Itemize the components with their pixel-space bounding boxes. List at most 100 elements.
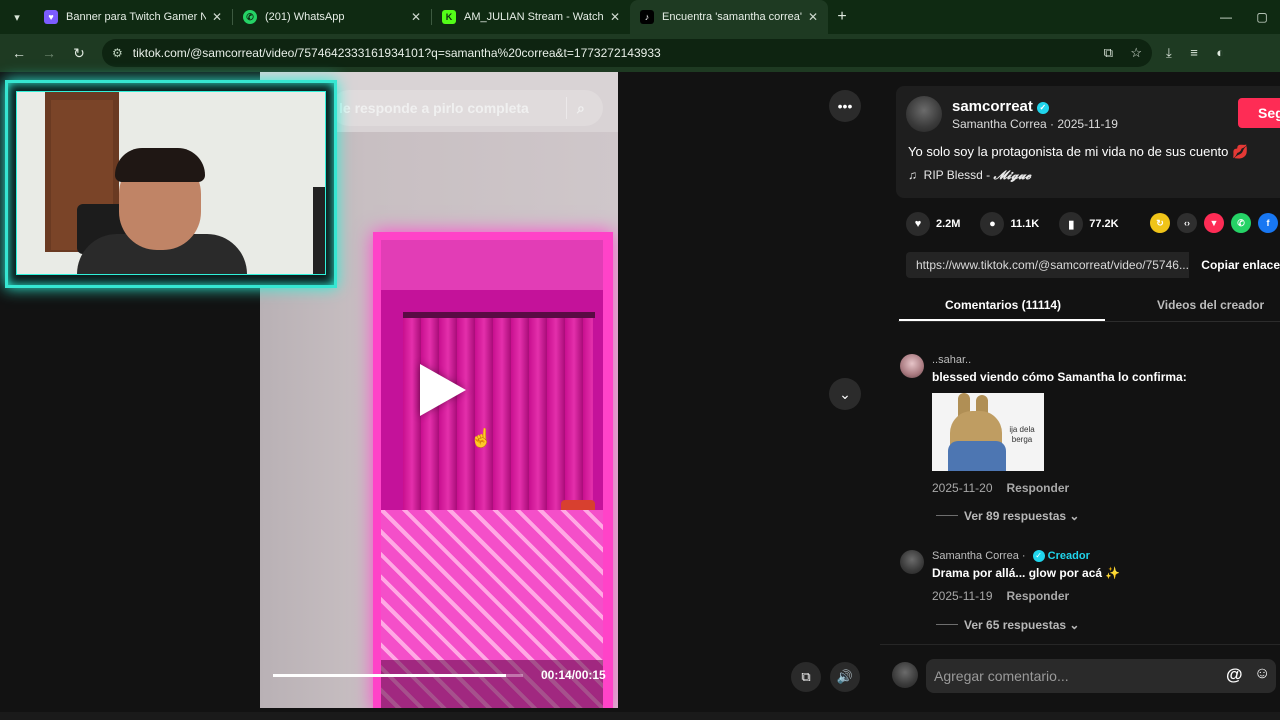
video-description: Yo solo soy la protagonista de mi vida n… bbox=[908, 144, 1249, 159]
pip-icon[interactable]: ⧉ bbox=[791, 662, 821, 692]
video-progress-fill bbox=[273, 674, 506, 677]
browser-tab-bar: ▾ ♥ Banner para Twitch Gamer Neó ✕ ✆ (20… bbox=[0, 0, 1280, 34]
tab-creator-videos[interactable]: Videos del creador bbox=[1157, 298, 1264, 312]
close-tab-icon[interactable]: ✕ bbox=[411, 10, 421, 24]
download-icon[interactable]: ⤓ bbox=[1166, 45, 1172, 60]
back-arrow-icon[interactable]: ← bbox=[4, 45, 34, 61]
comment-button[interactable]: ● 11.1K bbox=[980, 212, 1039, 236]
comment-meta: 2025-11-19 Responder bbox=[932, 589, 1069, 603]
creator-card: samcorreat ✓ Samantha Correa · 2025-11-19… bbox=[896, 86, 1280, 198]
hand-cursor-icon: ☝ bbox=[470, 428, 493, 448]
video-frame-room bbox=[381, 240, 603, 708]
comment-username[interactable]: Samantha Correa · ✓ Creador bbox=[932, 550, 1090, 562]
tab-search-chevron-icon[interactable]: ▾ bbox=[0, 0, 34, 34]
browser-tab[interactable]: ✆ (201) WhatsApp ✕ bbox=[233, 0, 431, 34]
volume-icon[interactable]: 🔊 bbox=[830, 662, 860, 692]
window-controls: — ▢ bbox=[1208, 0, 1280, 34]
repost-icon[interactable]: ↻ bbox=[1150, 213, 1170, 233]
share-link-row: https://www.tiktok.com/@samcorreat/video… bbox=[906, 252, 1280, 278]
share-buttons: ↻ ‹› ▼ ✆ f bbox=[1150, 213, 1280, 233]
share-link-url[interactable]: https://www.tiktok.com/@samcorreat/video… bbox=[906, 252, 1190, 278]
comment-gif[interactable]: ija dela berga bbox=[932, 393, 1044, 471]
save-count: 77.2K bbox=[1089, 218, 1119, 230]
search-icon[interactable]: ⌕ bbox=[577, 100, 603, 117]
video-search-bar[interactable]: le responde a pirlo completa ⌕ bbox=[331, 90, 603, 126]
reply-button[interactable]: Responder bbox=[1007, 481, 1070, 495]
view-replies-button[interactable]: Ver 65 respuestas ⌄ bbox=[936, 618, 1079, 632]
comments-tabs: Comentarios (11114) Videos del creador bbox=[898, 290, 1280, 322]
twitch-banner-icon: ♥ bbox=[44, 10, 58, 24]
close-tab-icon[interactable]: ✕ bbox=[808, 10, 818, 24]
embed-code-icon[interactable]: ‹› bbox=[1177, 213, 1197, 233]
my-avatar[interactable] bbox=[892, 662, 918, 688]
screen: ▾ ♥ Banner para Twitch Gamer Neó ✕ ✆ (20… bbox=[0, 0, 1280, 720]
more-options-icon[interactable]: ••• bbox=[829, 90, 861, 122]
comment-avatar[interactable] bbox=[900, 550, 924, 574]
chevron-down-icon: ⌄ bbox=[1069, 618, 1080, 632]
video-frame-lintel bbox=[381, 240, 603, 290]
browser-tab-active[interactable]: ♪ Encuentra 'samantha correa' en ✕ bbox=[630, 0, 828, 34]
mention-at-icon[interactable]: @ bbox=[1226, 665, 1243, 685]
tab-comments[interactable]: Comentarios (11114) bbox=[945, 298, 1061, 312]
browser-tab[interactable]: ♥ Banner para Twitch Gamer Neó ✕ bbox=[34, 0, 232, 34]
music-link[interactable]: ♫ RIP Blessd - 𝓜𝓲𝓰𝓾𝓮 bbox=[908, 168, 1031, 183]
tab-title: Banner para Twitch Gamer Neó bbox=[66, 11, 206, 23]
view-replies-button[interactable]: Ver 89 respuestas ⌄ bbox=[936, 509, 1079, 523]
forward-arrow-icon[interactable]: → bbox=[34, 45, 64, 61]
comment-bubble-icon: ● bbox=[980, 212, 1005, 236]
verified-badge-icon: ✓ bbox=[1036, 102, 1049, 114]
comment-username-text: Samantha Correa · bbox=[932, 550, 1029, 562]
bookmark-star-icon[interactable]: ☆ bbox=[1130, 45, 1142, 60]
close-tab-icon[interactable]: ✕ bbox=[610, 10, 620, 24]
close-tab-icon[interactable]: ✕ bbox=[212, 10, 222, 24]
comment-username[interactable]: ..sahar.. bbox=[932, 354, 971, 366]
send-to-friends-icon[interactable]: ▼ bbox=[1204, 213, 1224, 233]
profile-icon[interactable]: ◐ bbox=[1216, 45, 1224, 60]
verified-badge-icon: ✓ bbox=[1032, 550, 1045, 562]
whatsapp-icon: ✆ bbox=[243, 10, 257, 24]
music-title: RIP Blessd - bbox=[923, 168, 994, 182]
music-note-icon: ♫ bbox=[908, 168, 917, 182]
save-button[interactable]: ▮ 77.2K bbox=[1059, 212, 1119, 236]
tab-title: (201) WhatsApp bbox=[265, 11, 345, 23]
address-bar[interactable]: ⚙ tiktok.com/@samcorreat/video/757464233… bbox=[102, 39, 1152, 67]
follow-button[interactable]: Seguir bbox=[1238, 98, 1280, 128]
os-taskbar-edge bbox=[0, 712, 1280, 720]
webcam-feed bbox=[16, 91, 326, 275]
emoji-icon[interactable]: ☺ bbox=[1254, 665, 1270, 683]
search-divider bbox=[566, 97, 567, 119]
maximize-icon[interactable]: ▢ bbox=[1244, 10, 1280, 24]
next-video-chevron-icon[interactable]: ⌄ bbox=[829, 378, 861, 410]
tiktok-icon: ♪ bbox=[640, 10, 654, 24]
browser-tab[interactable]: K AM_JULIAN Stream - Watch Liv ✕ bbox=[432, 0, 630, 34]
creator-display-name: Samantha Correa · 2025-11-19 bbox=[952, 117, 1118, 131]
comment-avatar[interactable] bbox=[900, 354, 924, 378]
webcam-monitor bbox=[313, 187, 325, 274]
engagement-stats: ♥ 2.2M ● 11.1K ▮ 77.2K bbox=[906, 212, 1139, 236]
add-comment-input[interactable]: Agregar comentario... bbox=[926, 659, 1276, 693]
video-frame-curtain bbox=[403, 318, 593, 518]
creator-tag: Creador bbox=[1047, 550, 1090, 562]
comment-text: blessed viendo cómo Samantha lo confirma… bbox=[932, 370, 1187, 384]
new-tab-plus-icon[interactable]: + bbox=[828, 8, 856, 26]
play-icon[interactable] bbox=[420, 364, 466, 416]
details-panel: samcorreat ✓ Samantha Correa · 2025-11-19… bbox=[880, 72, 1280, 720]
reply-button[interactable]: Responder bbox=[1007, 589, 1070, 603]
facebook-share-icon[interactable]: f bbox=[1258, 213, 1278, 233]
video-progress-bar[interactable] bbox=[273, 674, 523, 677]
creator-username[interactable]: samcorreat ✓ bbox=[952, 98, 1049, 115]
site-info-icon[interactable]: ⚙ bbox=[112, 46, 123, 60]
webcam-person-hair bbox=[115, 148, 205, 182]
add-comment-bar: Agregar comentario... @ ☺ bbox=[880, 644, 1280, 720]
creator-avatar[interactable] bbox=[906, 96, 942, 132]
reload-icon[interactable]: ↻ bbox=[64, 45, 94, 62]
comment-text: Drama por allá... glow por acá ✨ bbox=[932, 566, 1121, 580]
copy-link-button[interactable]: Copiar enlace bbox=[1189, 258, 1280, 272]
creator-username-text: samcorreat bbox=[952, 98, 1033, 115]
like-button[interactable]: ♥ 2.2M bbox=[906, 212, 960, 236]
install-app-icon[interactable]: ⧉ bbox=[1104, 45, 1113, 60]
reading-list-icon[interactable]: ≡ bbox=[1190, 45, 1198, 60]
minimize-icon[interactable]: — bbox=[1208, 10, 1244, 24]
chevron-down-icon: ⌄ bbox=[1069, 509, 1080, 523]
whatsapp-share-icon[interactable]: ✆ bbox=[1231, 213, 1251, 233]
